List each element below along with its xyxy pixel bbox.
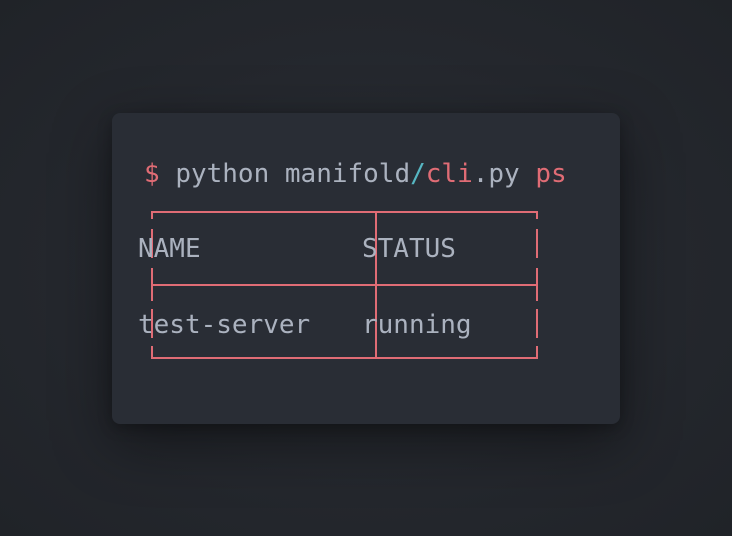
column-header-status: STATUS [362, 234, 456, 264]
command-argument: ps [535, 159, 567, 189]
path-file: cli [425, 159, 473, 189]
path-extension: .py [472, 159, 520, 189]
terminal-window: $ python manifold/cli.py ps NAME STATUS … [112, 113, 620, 424]
command-name: python [175, 159, 270, 189]
path-separator: / [410, 159, 426, 189]
table-cell-status: running [362, 310, 472, 340]
prompt-symbol: $ [144, 159, 160, 189]
column-header-name: NAME [138, 234, 201, 264]
table-cell-name: test-server [138, 310, 311, 340]
path-directory: manifold [284, 159, 411, 189]
command-line: $ python manifold/cli.py ps [144, 156, 567, 192]
